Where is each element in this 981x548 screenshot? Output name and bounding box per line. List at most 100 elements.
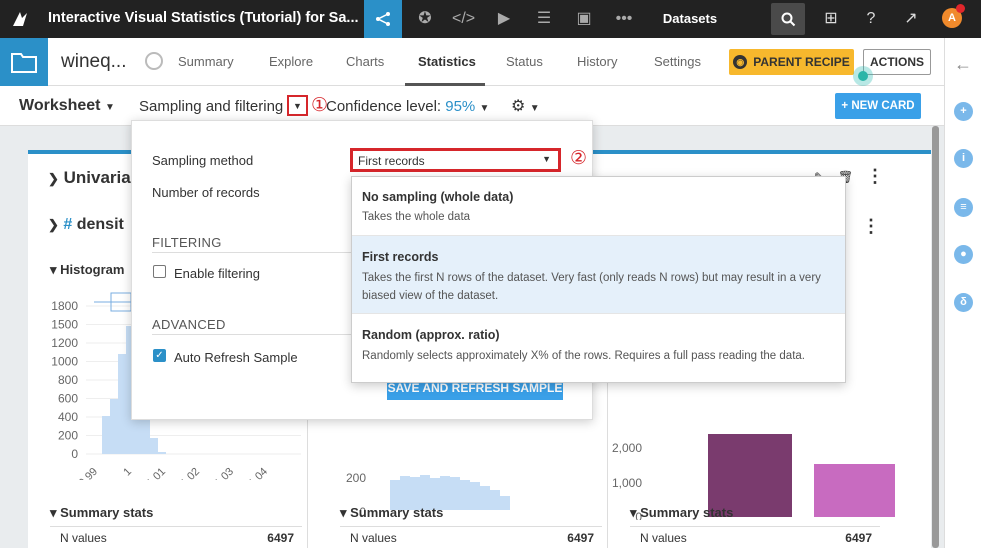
stat-value: 6497	[567, 531, 594, 545]
tab-charts[interactable]: Charts	[346, 54, 384, 69]
histogram-section[interactable]: ▾ Histogram	[50, 262, 124, 278]
worksheet-dropdown[interactable]: Worksheet ▼	[19, 97, 115, 115]
y-tick-label: 400	[58, 410, 78, 424]
divider	[152, 334, 352, 335]
tab-history[interactable]: History	[577, 54, 617, 69]
settings-gear-icon[interactable]: ⚙ ▼	[511, 96, 540, 116]
histogram-bar	[102, 416, 110, 454]
search-icon[interactable]	[771, 3, 805, 35]
stack-icon[interactable]: ☰	[533, 8, 555, 30]
more-icon[interactable]: •••	[613, 8, 635, 30]
tutorial-hotspot[interactable]	[853, 66, 873, 86]
option-desc: Takes the whole data	[362, 211, 471, 223]
y-tick-label: 800	[58, 373, 78, 387]
histogram-bar	[158, 452, 166, 454]
compass-icon[interactable]	[145, 52, 163, 70]
caret-down-icon: ▼	[542, 154, 551, 164]
right-sidebar: ← + i ≡ ● δ	[944, 38, 981, 548]
summary-label: Summary stats	[60, 505, 154, 520]
add-icon[interactable]: +	[954, 102, 973, 121]
option-title: No sampling (whole data)	[362, 190, 514, 204]
tab-status[interactable]: Status	[506, 54, 543, 69]
option-no-sampling[interactable]: No sampling (whole data) Takes the whole…	[352, 177, 845, 236]
option-random[interactable]: Random (approx. ratio) Randomly selects …	[352, 314, 845, 382]
play-icon[interactable]: ▶	[493, 8, 515, 30]
y-tick-label: 1200	[51, 336, 78, 350]
parent-recipe-button[interactable]: ◉ PARENT RECIPE	[729, 49, 854, 75]
help-icon[interactable]: ?	[860, 8, 882, 30]
histogram-bar	[150, 438, 158, 454]
code-icon[interactable]: </>	[452, 8, 475, 30]
tab-statistics[interactable]: Statistics	[418, 54, 476, 69]
scrollbar-thumb[interactable]	[932, 126, 939, 548]
auto-refresh-label[interactable]: Auto Refresh Sample	[174, 350, 298, 365]
y-tick-label: 1800	[51, 299, 78, 313]
activity-icon[interactable]: ↗	[900, 8, 922, 30]
dataset-name[interactable]: wineq...	[61, 51, 126, 73]
worksheet-title: Worksheet	[19, 97, 101, 114]
y-tick-label: 1000	[51, 355, 78, 369]
histogram-label: Histogram	[60, 262, 125, 277]
apps-grid-icon[interactable]: ⊞	[820, 8, 842, 30]
filtering-header: FILTERING	[152, 235, 222, 250]
datasets-menu[interactable]: Datasets	[650, 0, 730, 38]
histogram-bar	[480, 486, 490, 510]
tab-summary[interactable]: Summary	[178, 54, 234, 69]
actions-button[interactable]: ACTIONS	[863, 49, 931, 75]
parent-recipe-label: PARENT RECIPE	[753, 55, 850, 69]
list-icon[interactable]: ≡	[954, 198, 973, 217]
chevron-down-icon: ▼	[479, 103, 490, 114]
y-tick-label: 1,000	[612, 476, 642, 490]
confidence-level-dropdown[interactable]: Confidence level: 95% ▼	[326, 98, 489, 115]
recipe-icon[interactable]: ✪	[414, 8, 436, 30]
chevron-down-icon: ▼	[104, 102, 115, 113]
kebab-menu-icon[interactable]: ⋮	[866, 166, 884, 187]
summary-stats-section[interactable]: ▾ Summary stats	[630, 505, 733, 521]
sampling-dropdown-toggle[interactable]: ▼	[287, 95, 308, 116]
x-tick-label: 0.99	[76, 466, 100, 480]
annotation-marker-2: ②	[570, 148, 588, 169]
x-tick-label: 1.01	[144, 466, 168, 480]
confidence-label: Confidence level:	[326, 98, 446, 115]
dataset-header: wineq... Summary Explore Charts Statisti…	[0, 38, 944, 86]
y-tick-label: 1500	[51, 318, 78, 332]
back-arrow-icon[interactable]: ←	[954, 54, 972, 75]
lab-icon[interactable]: δ	[954, 293, 973, 312]
sampling-label[interactable]: Sampling and filtering	[139, 98, 283, 115]
advanced-header: ADVANCED	[152, 317, 226, 332]
sampling-method-select[interactable]: First records ▼	[350, 148, 561, 172]
info-icon[interactable]: i	[954, 149, 973, 168]
project-title[interactable]: Interactive Visual Statistics (Tutorial)…	[48, 10, 359, 26]
y-tick-label: 200	[58, 429, 78, 443]
tab-explore[interactable]: Explore	[269, 54, 313, 69]
histogram-bar	[470, 482, 480, 510]
dataiku-logo-icon[interactable]	[10, 9, 30, 29]
enable-filtering-checkbox[interactable]	[153, 265, 166, 278]
comment-icon[interactable]: ●	[954, 245, 973, 264]
stat-row: N values 6497	[340, 526, 602, 548]
new-card-button[interactable]: + NEW CARD	[835, 93, 921, 119]
option-first-records[interactable]: First records Takes the first N rows of …	[352, 236, 845, 314]
histogram-bar	[450, 477, 460, 510]
card-title[interactable]: ❯ Univaria	[48, 168, 131, 188]
y-tick-label: 600	[58, 392, 78, 406]
auto-refresh-checkbox[interactable]: ✓	[153, 349, 166, 362]
summary-stats-section[interactable]: ▾ Summary stats	[340, 505, 443, 521]
enable-filtering-label[interactable]: Enable filtering	[174, 266, 260, 281]
scrollbar-track[interactable]	[931, 126, 940, 548]
y-tick-label: 2,000	[612, 441, 642, 455]
option-desc: Randomly selects approximately X% of the…	[362, 350, 805, 362]
stat-value: 6497	[845, 531, 872, 545]
dashboard-icon[interactable]: ▣	[573, 8, 595, 30]
dataset-folder-icon	[0, 38, 48, 86]
y-tick-label: 0	[71, 447, 78, 461]
stat-key: N values	[350, 531, 397, 545]
x-tick-label: 1.03	[212, 466, 236, 480]
summary-stats-section[interactable]: ▾ Summary stats	[50, 505, 153, 521]
tab-settings[interactable]: Settings	[654, 54, 701, 69]
flow-icon[interactable]	[364, 0, 402, 38]
stat-row: N values 6497	[50, 526, 302, 548]
selected-method: First records	[358, 154, 425, 168]
x-tick-label: 1	[121, 466, 134, 479]
histogram-bar	[500, 496, 510, 510]
